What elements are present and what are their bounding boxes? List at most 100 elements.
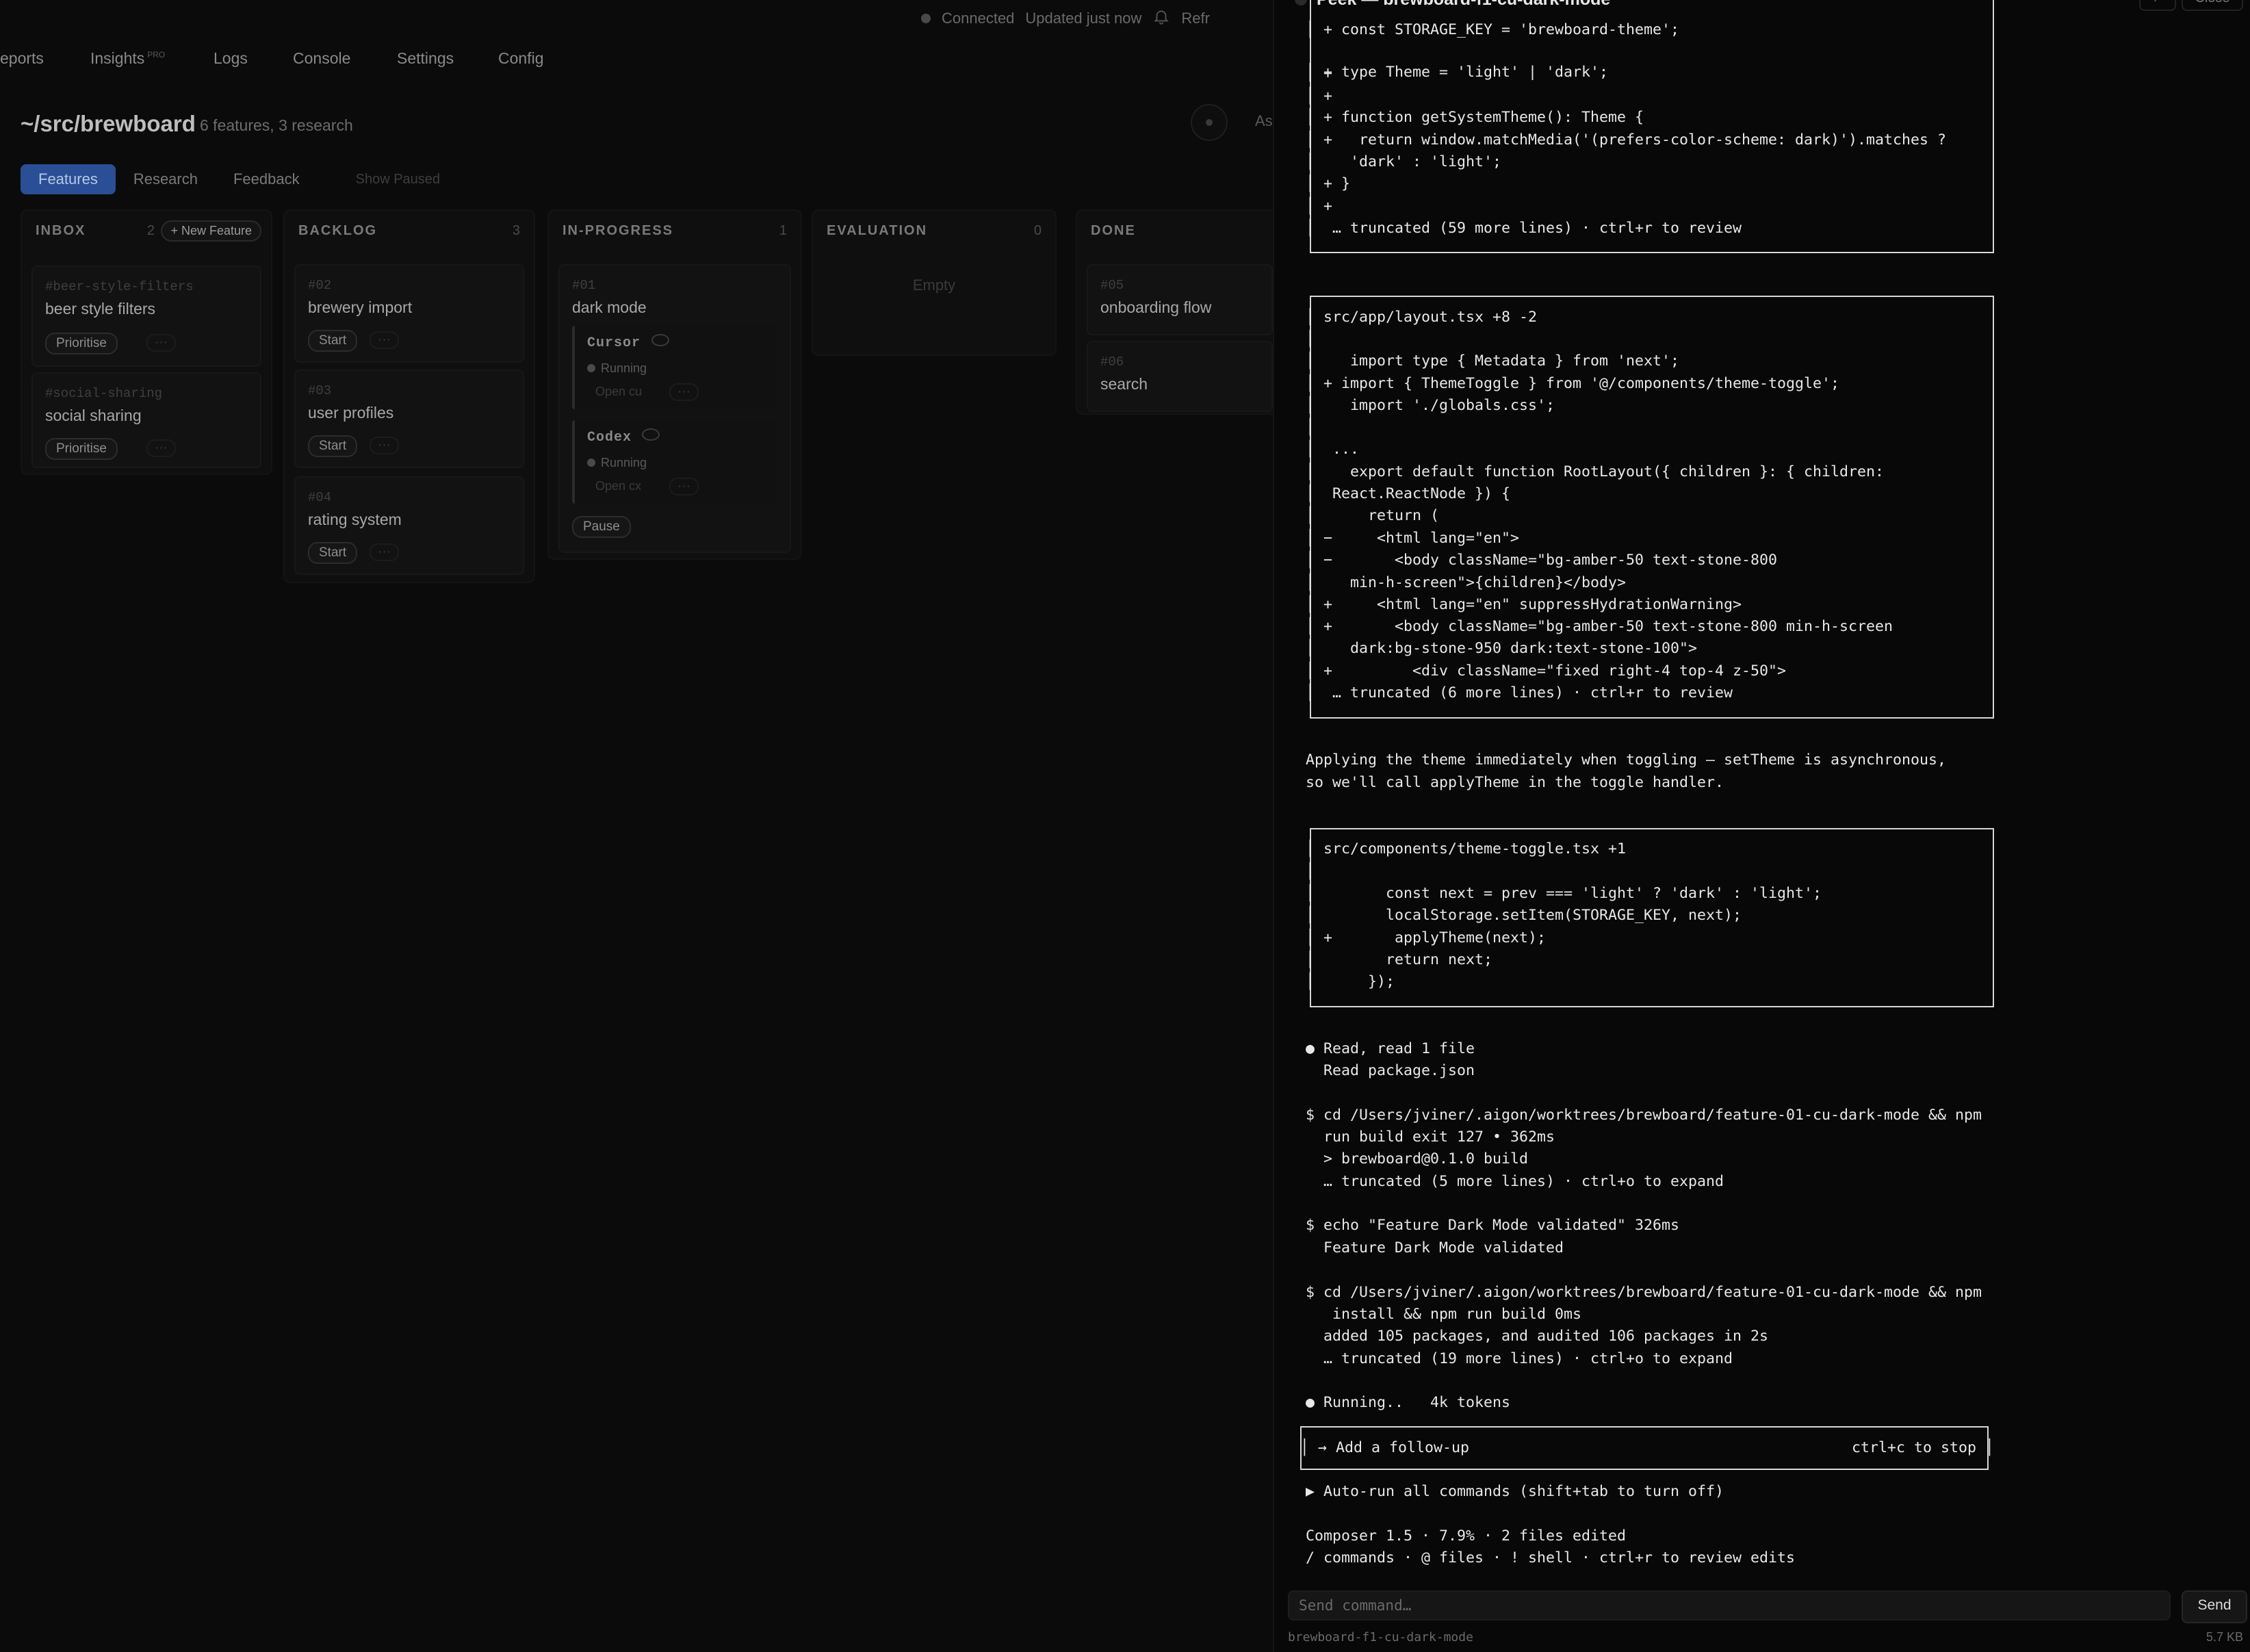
agent-name: Cursor [587, 335, 641, 351]
start-button[interactable]: Start [308, 542, 358, 564]
more-button[interactable]: ··· [669, 478, 699, 495]
more-button[interactable]: ··· [669, 383, 699, 401]
column-count: 3 [512, 223, 520, 238]
record-button[interactable] [1191, 104, 1228, 141]
nav-logs[interactable]: Logs [214, 49, 248, 68]
tab-research[interactable]: Research [116, 164, 216, 194]
terminal-line: │ + <body className="bg-amber-50 text-st… [1306, 618, 1893, 635]
show-paused-toggle[interactable]: Show Paused [338, 164, 458, 194]
terminal-line: Applying the theme immediately when togg… [1306, 751, 1947, 769]
more-button[interactable]: ··· [370, 437, 399, 454]
terminal-line: │ + const STORAGE_KEY = 'brewboard-theme… [1306, 21, 1680, 38]
column-count: 0 [1033, 223, 1042, 238]
more-button[interactable]: ··· [146, 334, 176, 352]
open-agent-button[interactable]: Open cu [595, 385, 642, 399]
nav-insights[interactable]: Insights PRO [90, 49, 165, 68]
expand-button[interactable]: ↗ [2139, 0, 2176, 11]
bell-icon[interactable] [1152, 8, 1170, 29]
connection-dot-icon [921, 14, 931, 23]
terminal-line: │ export default function RootLayout({ c… [1306, 463, 1885, 480]
column-title: IN-PROGRESS [562, 223, 674, 238]
terminal-line: │ import './globals.css'; [1306, 397, 1555, 414]
log-size: 5.7 KB [2206, 1630, 2243, 1644]
prioritise-button[interactable]: Prioritise [45, 438, 118, 460]
terminal-line: │ + <div className="fixed right-4 top-4 … [1306, 662, 1787, 680]
terminal-line: │ + import { ThemeToggle } from '@/compo… [1306, 375, 1840, 392]
send-button[interactable]: Send [2182, 1590, 2247, 1623]
terminal-line: │ localStorage.setItem(STORAGE_KEY, next… [1306, 907, 1742, 924]
nav-reports[interactable]: eports [0, 49, 44, 68]
refresh-button[interactable]: Refr [1181, 10, 1210, 27]
more-button[interactable]: ··· [370, 331, 399, 349]
feature-card[interactable]: #04 rating system Start ··· [294, 476, 524, 575]
terminal-line: / commands · @ files · ! shell · ctrl+r … [1306, 1549, 1796, 1566]
nav-config[interactable]: Config [498, 49, 543, 68]
terminal-line: │ [1306, 419, 1315, 436]
terminal-line: │ − <html lang="en"> [1306, 530, 1520, 547]
eye-icon[interactable] [642, 428, 660, 441]
start-button[interactable]: Start [308, 330, 358, 352]
terminal-line: │ src/components/theme-toggle.tsx +1 [1306, 840, 1627, 857]
terminal-line: Composer 1.5 · 7.9% · 2 files edited [1306, 1527, 1627, 1545]
column-title: BACKLOG [298, 223, 378, 238]
feature-card[interactable]: #06 search [1087, 341, 1273, 412]
terminal-line: │ + [1306, 88, 1333, 105]
column-title: EVALUATION [827, 223, 928, 238]
nav-insights-label: Insights [90, 49, 145, 67]
running-status: ● Running.. 4k tokens [1306, 1394, 1511, 1411]
terminal-line: │ [1306, 331, 1315, 348]
agent-codex[interactable]: Codex Running Open cx ··· [572, 420, 777, 504]
terminal-line: │ }); [1306, 973, 1395, 990]
ask-button[interactable]: As [1255, 112, 1273, 130]
more-button[interactable]: ··· [146, 439, 176, 457]
command-input[interactable] [1288, 1590, 2171, 1621]
pause-button[interactable]: Pause [572, 516, 631, 538]
tab-features[interactable]: Features [21, 164, 116, 194]
followup-prompt[interactable]: │ → Add a follow-up ctrl+c to stop │ [1300, 1437, 1994, 1459]
pro-badge: PRO [147, 50, 166, 60]
feature-card[interactable]: #05 onboarding flow [1087, 264, 1273, 335]
nav-settings[interactable]: Settings [397, 49, 454, 68]
card-title: search [1100, 375, 1148, 393]
terminal-line: │ … truncated (6 more lines) · ctrl+r to… [1306, 684, 1733, 701]
close-button[interactable]: Close [2182, 0, 2243, 11]
terminal-line: Read package.json [1306, 1062, 1475, 1079]
feature-card[interactable]: #01 dark mode Cursor Running Open cu ···… [558, 264, 791, 553]
terminal-line: … truncated (19 more lines) · ctrl+o to … [1306, 1350, 1733, 1367]
more-button[interactable]: ··· [370, 543, 399, 561]
terminal-line: │ + return window.matchMedia('(prefers-c… [1306, 131, 1947, 149]
column-inbox: INBOX 2 + New Feature #beer-style-filter… [21, 209, 272, 475]
prioritise-button[interactable]: Prioritise [45, 333, 118, 354]
terminal-line: │ + <html lang="en" suppressHydrationWar… [1306, 596, 1742, 613]
terminal-line: … truncated (5 more lines) · ctrl+o to e… [1306, 1173, 1724, 1190]
feature-card[interactable]: #social-sharing social sharing Prioritis… [31, 372, 261, 468]
agent-name: Codex [587, 430, 632, 446]
eye-icon[interactable] [651, 334, 669, 346]
session-name: brewboard-f1-cu-dark-mode [1288, 1630, 1473, 1644]
terminal-line: $ echo "Feature Dark Mode validated" 326… [1306, 1217, 1680, 1234]
feature-card[interactable]: #02 brewery import Start ··· [294, 264, 524, 363]
card-id: #02 [308, 278, 332, 293]
agent-cursor[interactable]: Cursor Running Open cu ··· [572, 326, 777, 409]
terminal-line: $ cd /Users/jviner/.aigon/worktrees/brew… [1306, 1284, 1982, 1301]
card-title: dark mode [572, 298, 647, 316]
terminal-line: │ return next; [1306, 951, 1493, 968]
card-title: social sharing [45, 406, 142, 424]
new-feature-button[interactable]: + New Feature [161, 220, 261, 242]
terminal-line: │ … truncated (59 more lines) · ctrl+r t… [1306, 220, 1742, 237]
terminal-line: $ cd /Users/jviner/.aigon/worktrees/brew… [1306, 1107, 1982, 1124]
start-button[interactable]: Start [308, 435, 358, 457]
card-title: user profiles [308, 404, 394, 422]
column-header: IN-PROGRESS 1 [562, 223, 787, 239]
column-done: DONE #05 onboarding flow #06 search [1076, 209, 1284, 415]
tab-feedback[interactable]: Feedback [216, 164, 318, 194]
nav-console[interactable]: Console [293, 49, 350, 68]
connection-status: Connected [942, 10, 1015, 27]
open-agent-button[interactable]: Open cx [595, 479, 641, 493]
project-title: ~/src/brewboard [21, 111, 196, 136]
terminal-line: │ import type { Metadata } from 'next'; [1306, 352, 1680, 370]
feature-card[interactable]: #beer-style-filters beer style filters P… [31, 266, 261, 367]
auto-run-toggle[interactable]: ▶ Auto-run all commands (shift+tab to tu… [1306, 1481, 1724, 1503]
feature-card[interactable]: #03 user profiles Start ··· [294, 370, 524, 468]
column-title: INBOX [36, 223, 86, 238]
